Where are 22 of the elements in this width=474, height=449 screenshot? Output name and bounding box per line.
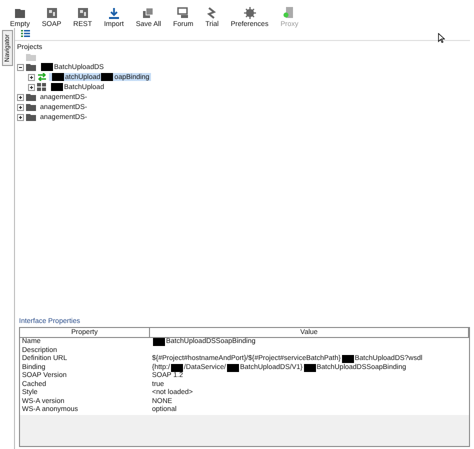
redaction-bar <box>51 83 63 91</box>
save-icon <box>142 7 154 19</box>
redaction-bar <box>52 73 64 81</box>
gear-icon <box>244 7 256 19</box>
redaction-bar <box>170 364 183 372</box>
expand-icon[interactable] <box>28 74 35 80</box>
download-icon <box>108 7 120 19</box>
expand-icon[interactable] <box>17 94 24 100</box>
redaction-bar <box>342 355 354 364</box>
expand-icon[interactable] <box>17 114 24 120</box>
list-icon[interactable] <box>21 30 30 37</box>
redaction-bar <box>101 73 114 81</box>
redaction-bar <box>226 364 239 372</box>
mouse-cursor-icon <box>438 33 445 43</box>
collapse-icon[interactable] <box>17 64 24 70</box>
redaction-bar <box>153 338 165 346</box>
document-icon <box>76 7 89 19</box>
redaction-bar <box>41 63 53 71</box>
document-icon <box>46 7 58 19</box>
expand-icon[interactable] <box>17 104 24 110</box>
redaction-bar <box>304 364 316 372</box>
expand-icon[interactable] <box>28 84 35 90</box>
